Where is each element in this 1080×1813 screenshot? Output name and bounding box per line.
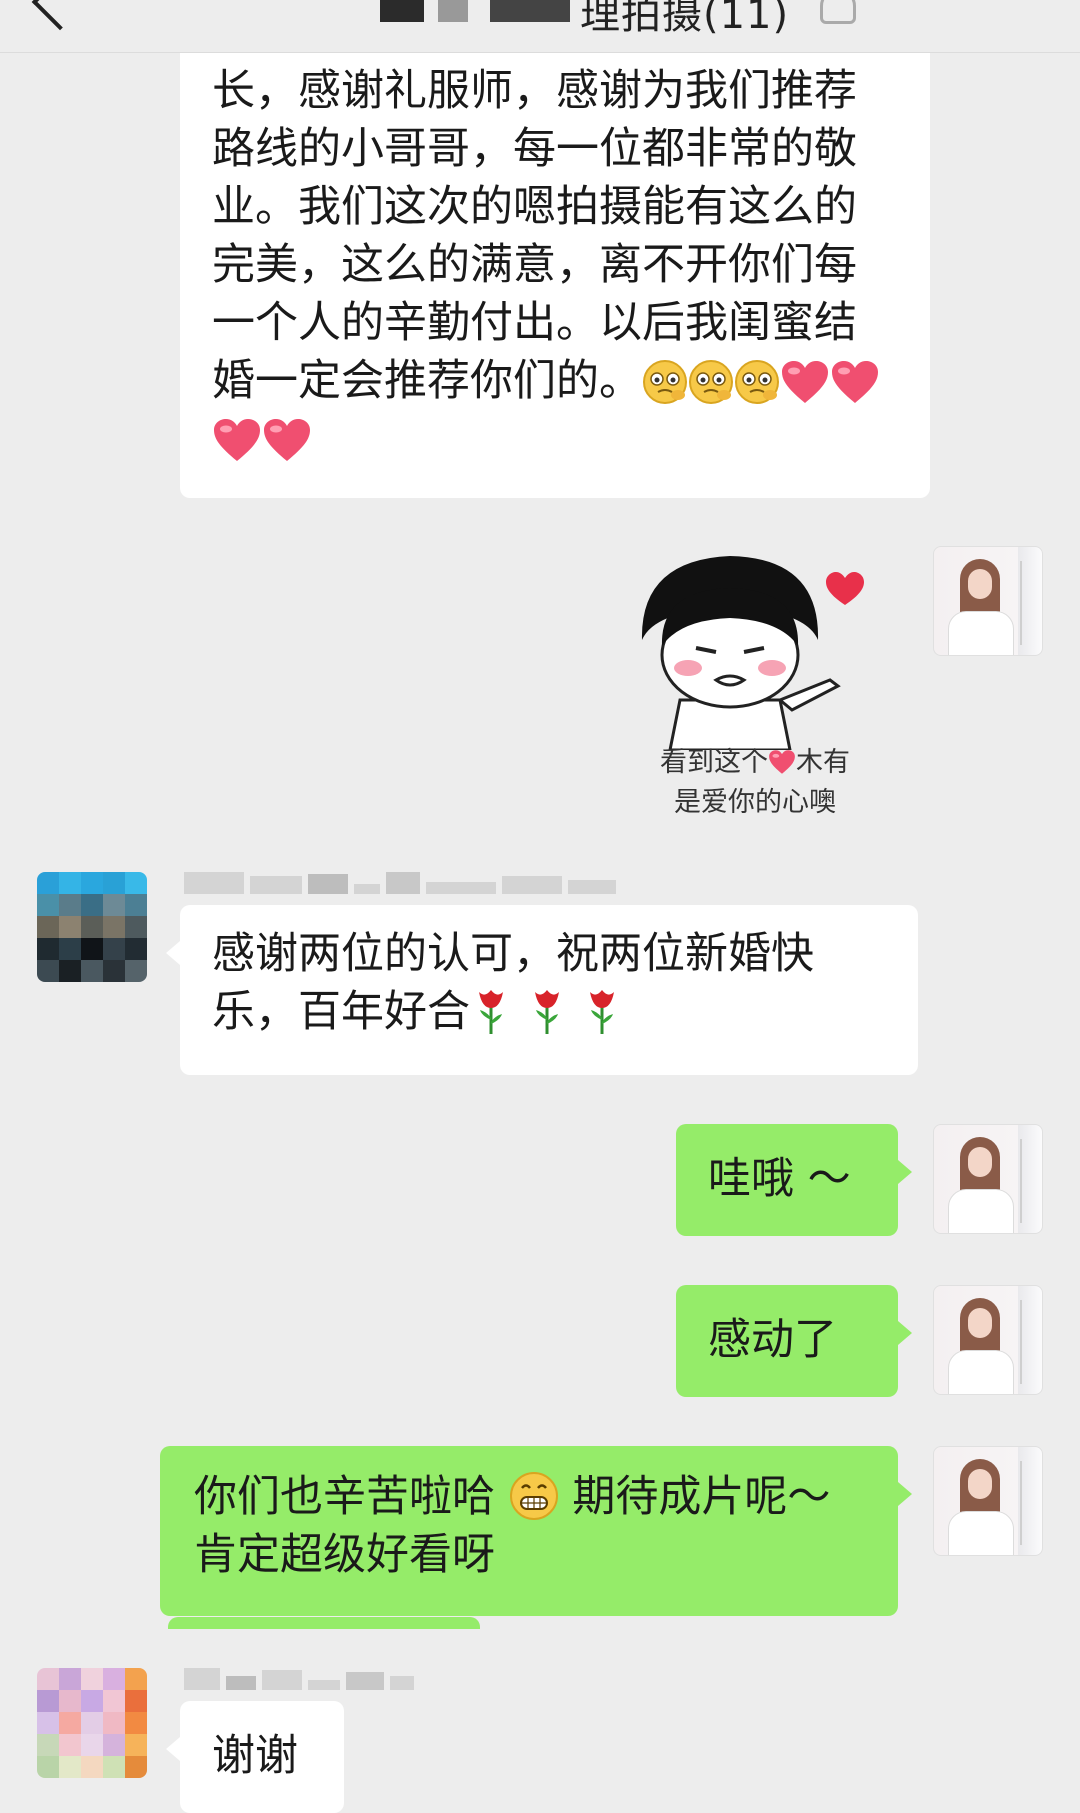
avatar-face bbox=[968, 1469, 992, 1499]
speechless-face-emoji-icon bbox=[734, 359, 780, 405]
message-text: 哇哦 ～ bbox=[708, 1154, 851, 1204]
message-text: 谢谢 bbox=[212, 1731, 298, 1781]
chat-header: 理拍摄(11) bbox=[0, 0, 1080, 53]
message-bubble-incoming[interactable]: 谢谢 bbox=[166, 1701, 344, 1813]
avatar[interactable] bbox=[37, 1668, 147, 1778]
title-redaction bbox=[438, 0, 468, 22]
avatar-face bbox=[968, 1147, 992, 1177]
speechless-face-emoji-icon bbox=[688, 359, 734, 405]
avatar-face bbox=[968, 1308, 992, 1338]
avatar-signature bbox=[1020, 1300, 1040, 1384]
message-text: 长，感谢礼服师，感谢为我们推荐路线的小哥哥，每一位都非常的敬业。我们这次的嗯拍摄… bbox=[212, 66, 857, 406]
avatar-face bbox=[968, 569, 992, 599]
sender-name-redacted bbox=[184, 872, 616, 894]
avatar-suit bbox=[948, 1350, 1014, 1394]
avatar-signature bbox=[1020, 561, 1040, 645]
avatar-suit bbox=[948, 1189, 1014, 1233]
chevron-left-icon[interactable] bbox=[31, 0, 89, 31]
sender-name-redacted bbox=[184, 1668, 414, 1690]
avatar-signature bbox=[1020, 1461, 1040, 1545]
mushroom-head-meme-sticker bbox=[641, 556, 864, 752]
message-bubble-incoming[interactable]: 长，感谢礼服师，感谢为我们推荐路线的小哥哥，每一位都非常的敬业。我们这次的嗯拍摄… bbox=[180, 40, 930, 498]
avatar[interactable] bbox=[933, 546, 1043, 656]
message-bubble-outgoing[interactable]: 哇哦 ～ bbox=[676, 1124, 912, 1236]
message-bubble-incoming[interactable]: 感谢两位的认可，祝两位新婚快乐，百年好合 bbox=[166, 905, 918, 1075]
bell-off-icon bbox=[820, 0, 856, 24]
sticker-caption: 看到这个 木有 是爱你的心噢 bbox=[660, 747, 850, 818]
grin-emoji-icon bbox=[509, 1471, 559, 1521]
title-redaction bbox=[380, 0, 424, 22]
rose-emoji-icon bbox=[470, 986, 512, 1036]
message-text: 你们也辛苦啦哈 bbox=[194, 1472, 495, 1522]
message-text: 感动了 bbox=[708, 1315, 837, 1365]
rose-emoji-icon bbox=[581, 986, 623, 1036]
sticker-message[interactable]: 看到这个 木有 是爱你的心噢 bbox=[630, 550, 880, 825]
message-bubble-outgoing[interactable]: 感动了 bbox=[676, 1285, 912, 1397]
avatar[interactable] bbox=[933, 1446, 1043, 1556]
heart-emoji-icon bbox=[262, 417, 312, 463]
message-text: 感谢两位的认可，祝两位新婚快乐，百年好合 bbox=[212, 929, 814, 1037]
avatar[interactable] bbox=[37, 872, 147, 982]
heart-emoji-icon bbox=[768, 749, 796, 785]
avatar[interactable] bbox=[933, 1285, 1043, 1395]
avatar[interactable] bbox=[933, 1124, 1043, 1234]
avatar-suit bbox=[948, 611, 1014, 655]
title-redaction bbox=[490, 0, 570, 22]
avatar-signature bbox=[1020, 1139, 1040, 1223]
avatar-suit bbox=[948, 1511, 1014, 1555]
heart-emoji-icon bbox=[212, 417, 262, 463]
rose-emoji-icon bbox=[526, 986, 568, 1036]
chat-title: 理拍摄(11) bbox=[580, 0, 790, 38]
heart-emoji-icon bbox=[780, 359, 830, 405]
message-bubble-outgoing[interactable]: 你们也辛苦啦哈 期待成片呢～ 肯定超级好看呀 bbox=[160, 1446, 912, 1616]
speechless-face-emoji-icon bbox=[642, 359, 688, 405]
message-bubble-outgoing-partial bbox=[168, 1617, 480, 1629]
heart-emoji-icon bbox=[830, 359, 880, 405]
